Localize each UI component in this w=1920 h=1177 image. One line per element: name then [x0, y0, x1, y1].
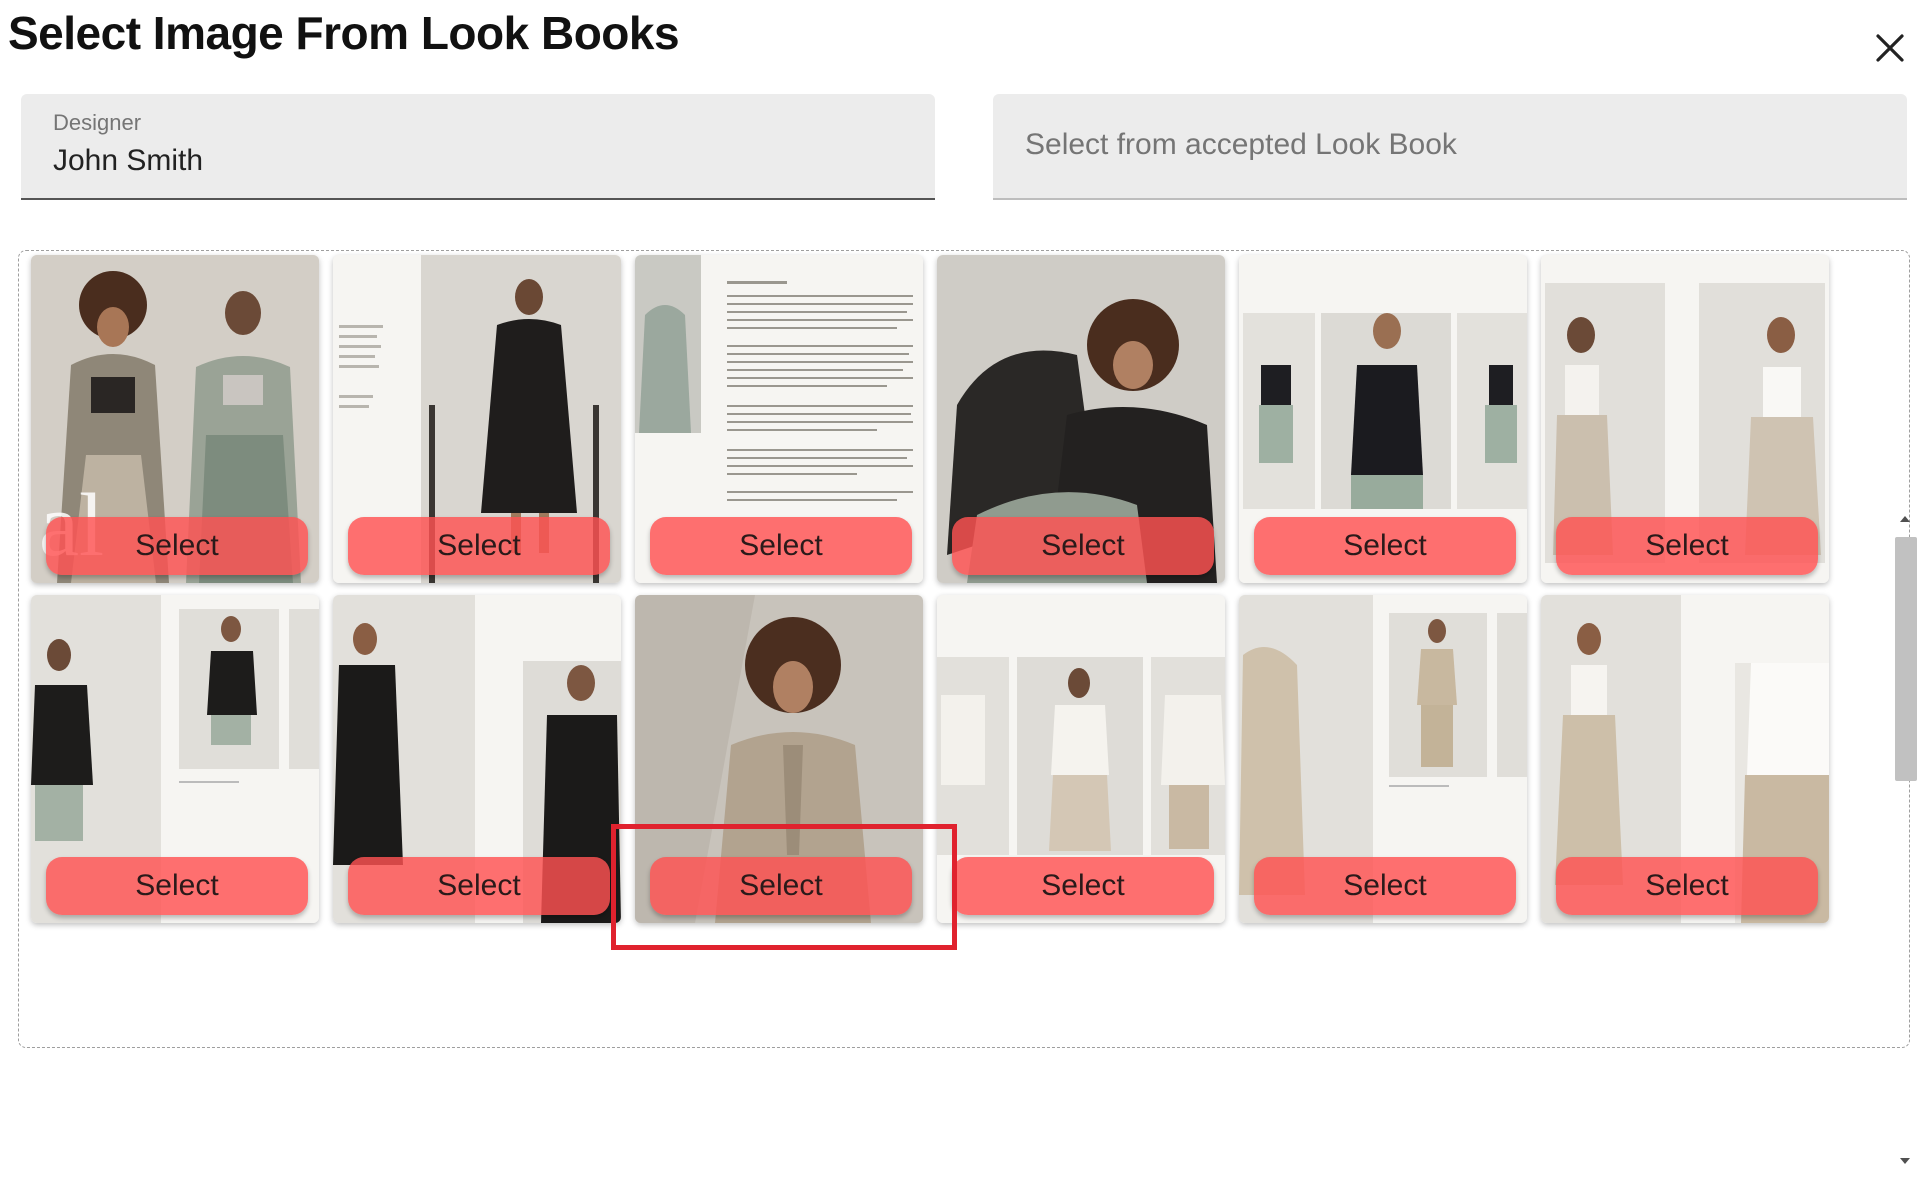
image-tile[interactable]: Select	[1239, 255, 1527, 583]
scroll-up-arrow-icon[interactable]	[1897, 511, 1913, 527]
close-button[interactable]	[1862, 20, 1918, 76]
select-button[interactable]: Select	[348, 857, 610, 915]
image-tile[interactable]: al Select	[31, 255, 319, 583]
image-tile[interactable]: Select	[635, 255, 923, 583]
scroll-down-arrow-icon[interactable]	[1897, 1153, 1913, 1169]
select-button[interactable]: Select	[1254, 857, 1516, 915]
designer-field-label: Designer	[53, 110, 142, 135]
select-button[interactable]: Select	[46, 517, 308, 575]
select-button[interactable]: Select	[46, 857, 308, 915]
image-tile[interactable]: Select	[635, 595, 923, 923]
image-tile[interactable]: Select	[1541, 255, 1829, 583]
close-icon	[1876, 34, 1904, 62]
image-tile[interactable]: Select	[333, 255, 621, 583]
lookbook-select[interactable]: Select from accepted Look Book	[993, 94, 1907, 200]
select-button[interactable]: Select	[1556, 857, 1818, 915]
select-button[interactable]: Select	[348, 517, 610, 575]
lookbook-select-placeholder: Select from accepted Look Book	[1025, 128, 1457, 161]
select-button[interactable]: Select	[650, 517, 912, 575]
designer-field[interactable]: Designer John Smith	[21, 94, 935, 200]
image-tile[interactable]: Select	[31, 595, 319, 923]
gallery-scrollbar[interactable]	[1891, 507, 1919, 1177]
image-tile[interactable]: Select	[937, 595, 1225, 923]
select-button[interactable]: Select	[952, 517, 1214, 575]
select-button[interactable]: Select	[1254, 517, 1516, 575]
image-tile[interactable]: Select	[333, 595, 621, 923]
image-tile[interactable]: Select	[937, 255, 1225, 583]
image-tile[interactable]: Select	[1239, 595, 1527, 923]
select-button[interactable]: Select	[650, 857, 912, 915]
scrollbar-thumb[interactable]	[1895, 537, 1917, 781]
select-button[interactable]: Select	[952, 857, 1214, 915]
designer-field-value[interactable]: John Smith	[53, 144, 203, 178]
image-tile[interactable]: Select	[1541, 595, 1829, 923]
image-gallery: al Select Select	[18, 250, 1917, 1164]
dialog-title: Select Image From Look Books	[8, 7, 680, 59]
select-button[interactable]: Select	[1556, 517, 1818, 575]
